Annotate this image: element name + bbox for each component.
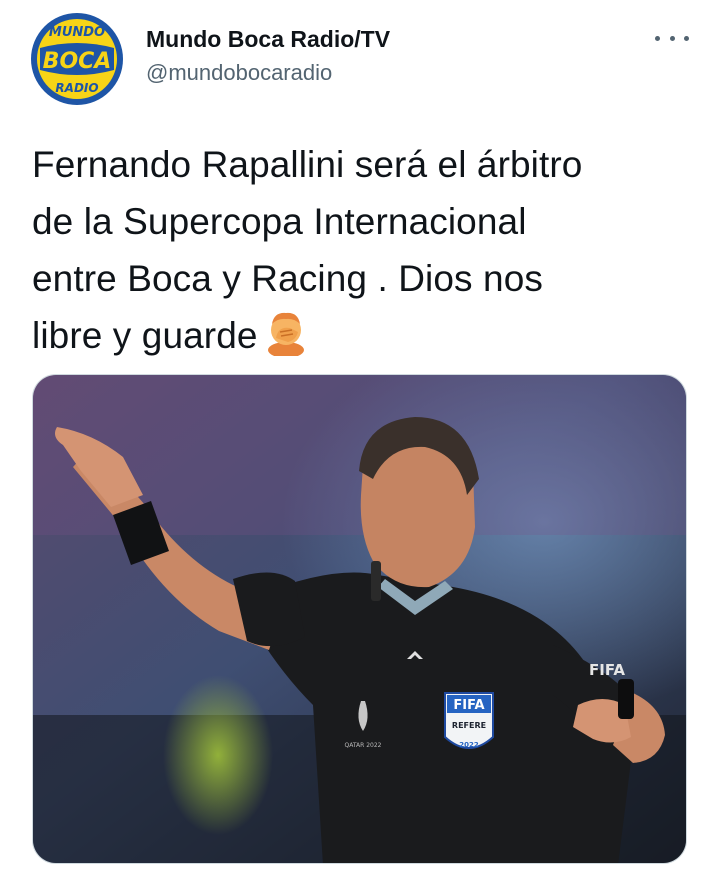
tweet-text: Fernando Rapallini será el árbitro de la… (32, 136, 692, 372)
badge-fifa-text: FIFA (453, 698, 484, 713)
face-palm-emoji-icon (264, 310, 308, 372)
tweet-line: Fernando Rapallini será el árbitro (32, 144, 583, 185)
tweet-line-last: libre y guarde (32, 307, 692, 372)
avatar-mid-text: BOCA (43, 49, 112, 74)
more-dot (669, 35, 675, 41)
author-names: Mundo Boca Radio/TV @mundobocaradio (146, 24, 390, 88)
badge-year-text: 2022 (459, 741, 479, 749)
tweet-line: libre y guarde (32, 315, 258, 356)
mundo-boca-logo: MUNDO BOCA RADIO (31, 13, 123, 105)
background-player-blur (163, 675, 273, 835)
avatar-bottom-text: RADIO (55, 81, 98, 95)
avatar[interactable]: MUNDO BOCA RADIO (30, 12, 124, 106)
crest-text: QATAR 2022 (344, 742, 381, 749)
more-options-icon[interactable] (655, 28, 689, 48)
more-dot (684, 35, 689, 41)
more-dot (655, 35, 660, 41)
display-name[interactable]: Mundo Boca Radio/TV (146, 24, 390, 54)
tweet-photo[interactable]: FIFA FIFA REFERE 2022 QATAR 2022 (32, 374, 687, 864)
badge-referee-text: REFERE (452, 721, 486, 730)
tweet-line: de la Supercopa Internacional (32, 201, 527, 242)
sleeve-fifa-text: FIFA (589, 661, 625, 679)
avatar-top-text: MUNDO (49, 25, 105, 40)
referee-photo: FIFA FIFA REFERE 2022 QATAR 2022 (33, 375, 686, 863)
user-handle[interactable]: @mundobocaradio (146, 58, 390, 88)
tweet-header: MUNDO BOCA RADIO Mundo Boca Radio/TV @mu… (0, 0, 719, 110)
whistle (371, 561, 381, 601)
tweet-line: entre Boca y Racing . Dios nos (32, 258, 543, 299)
smartwatch (618, 679, 634, 719)
